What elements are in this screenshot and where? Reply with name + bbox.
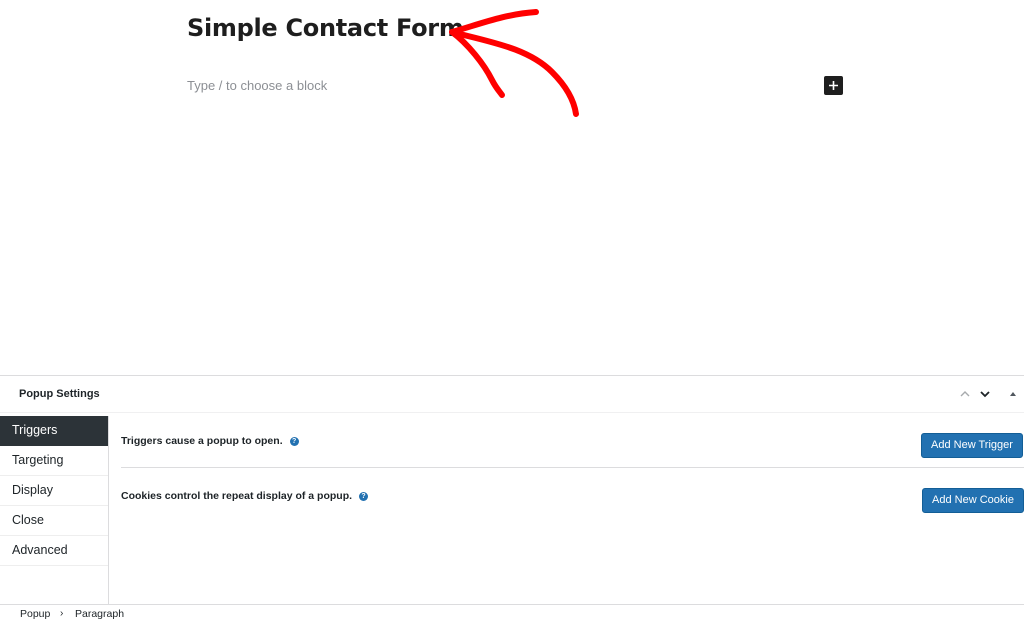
cookies-row: Cookies control the repeat display of a … <box>121 476 1018 516</box>
block-inserter-button[interactable] <box>824 76 843 95</box>
triggers-row: Triggers cause a popup to open. ? <box>121 422 1018 462</box>
tab-targeting[interactable]: Targeting <box>0 446 108 476</box>
post-title[interactable]: Simple Contact Form <box>187 14 464 42</box>
tab-display[interactable]: Display <box>0 476 108 506</box>
cookies-description-text: Cookies control the repeat display of a … <box>121 490 353 502</box>
chevron-right-icon: › <box>60 608 64 619</box>
add-new-cookie-button[interactable]: Add New Cookie <box>922 488 1024 513</box>
settings-tabs: Triggers Targeting Display Close Advance… <box>0 416 109 605</box>
metabox-title: Popup Settings <box>19 388 100 400</box>
metabox-header: Popup Settings <box>0 376 1024 413</box>
section-divider <box>121 467 1024 468</box>
tab-advanced[interactable]: Advanced <box>0 536 108 566</box>
cookies-description: Cookies control the repeat display of a … <box>121 490 369 502</box>
tab-triggers[interactable]: Triggers <box>0 416 108 446</box>
triangle-up-icon <box>1010 392 1016 396</box>
breadcrumb-paragraph[interactable]: Paragraph <box>75 608 124 620</box>
triggers-panel: Triggers cause a popup to open. ? Add Ne… <box>109 416 1024 605</box>
toggle-panel-button[interactable] <box>1005 386 1021 402</box>
editor-canvas: Simple Contact Form Type / to choose a b… <box>0 0 1024 375</box>
help-icon[interactable]: ? <box>359 491 369 501</box>
triggers-description: Triggers cause a popup to open. ? <box>121 435 299 447</box>
add-new-trigger-button[interactable]: Add New Trigger <box>921 433 1023 458</box>
plus-icon <box>829 81 838 90</box>
triggers-description-text: Triggers cause a popup to open. <box>121 435 283 447</box>
chevron-down-icon <box>980 391 990 398</box>
breadcrumb-popup[interactable]: Popup <box>20 608 50 620</box>
block-placeholder[interactable]: Type / to choose a block <box>187 78 327 93</box>
block-breadcrumb: Popup › Paragraph <box>0 604 1024 623</box>
chevron-up-icon <box>960 391 970 397</box>
move-down-button[interactable] <box>977 386 993 402</box>
editor-window: Simple Contact Form Type / to choose a b… <box>0 0 1024 623</box>
annotation-arrow <box>449 9 579 117</box>
move-up-button[interactable] <box>957 386 973 402</box>
tab-close[interactable]: Close <box>0 506 108 536</box>
help-icon[interactable]: ? <box>289 436 299 446</box>
popup-settings-metabox: Popup Settings Triggers Targeting Displa… <box>0 375 1024 605</box>
